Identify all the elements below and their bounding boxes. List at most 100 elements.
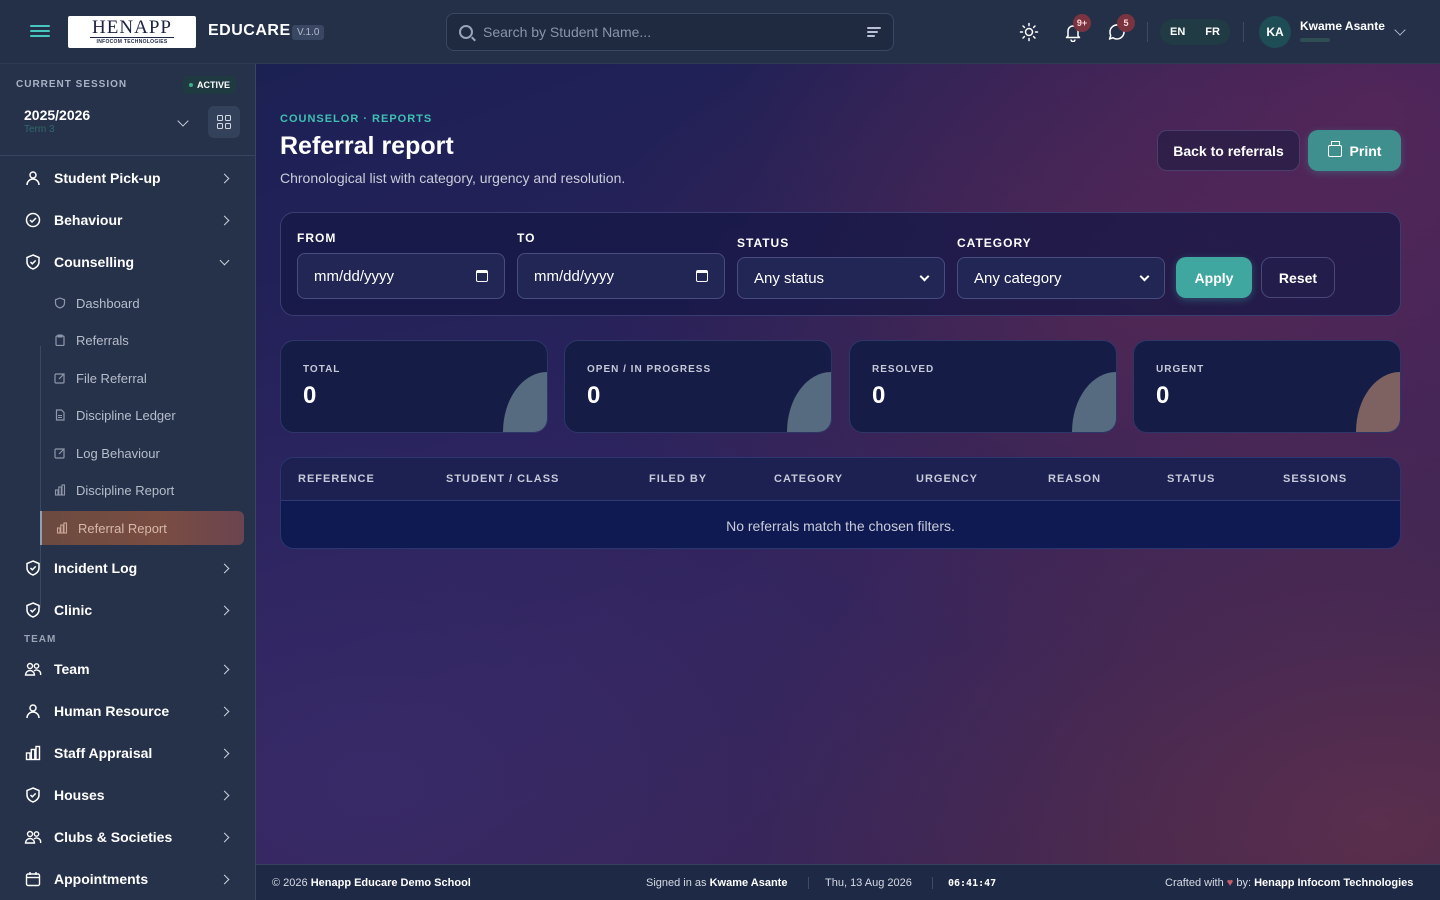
sidebar-item-label: Staff Appraisal bbox=[54, 745, 153, 761]
column-header-urgency[interactable]: URGENCY bbox=[916, 473, 978, 485]
sidebar-subitem-dashboard[interactable]: Dashboard bbox=[40, 286, 244, 320]
column-header-category[interactable]: CATEGORY bbox=[774, 473, 843, 485]
sidebar-subitem-label: Log Behaviour bbox=[76, 445, 160, 461]
sidebar-item-label: Incident Log bbox=[54, 560, 138, 576]
category-select-value: Any category bbox=[974, 269, 1062, 287]
sidebar-item-student-pickup[interactable]: Student Pick-up bbox=[16, 160, 244, 196]
sidebar-item-appointments[interactable]: Appointments bbox=[16, 861, 244, 897]
session-status-text: ACTIVE bbox=[197, 80, 231, 90]
sidebar-item-human-resource[interactable]: Human Resource bbox=[16, 693, 244, 729]
users-icon bbox=[24, 660, 42, 678]
bar-chart-icon bbox=[54, 484, 66, 496]
stat-label: RESOLVED bbox=[872, 364, 935, 375]
filter-panel: FROM mm/dd/yyyy TO mm/dd/yyyy STATUS Any… bbox=[280, 212, 1401, 316]
session-year[interactable]: 2025/2026 bbox=[24, 107, 90, 123]
calendar-icon[interactable] bbox=[476, 270, 488, 282]
sidebar-subitem-log-behaviour[interactable]: Log Behaviour bbox=[40, 436, 244, 470]
filter-icon[interactable] bbox=[867, 27, 881, 37]
footer-credits: Crafted with ♥ by: Henapp Infocom Techno… bbox=[1165, 877, 1413, 889]
page-title: Referral report bbox=[280, 132, 454, 160]
reset-button[interactable]: Reset bbox=[1261, 257, 1335, 298]
status-select[interactable]: Any status bbox=[737, 257, 945, 299]
user-role-placeholder bbox=[1300, 38, 1330, 42]
status-select-value: Any status bbox=[754, 269, 825, 287]
sidebar-subitem-referral-report[interactable]: Referral Report bbox=[40, 511, 244, 545]
lang-fr-option[interactable]: FR bbox=[1201, 26, 1224, 38]
sidebar-subitem-label: Discipline Ledger bbox=[76, 407, 176, 423]
sidebar-subitem-file-referral[interactable]: File Referral bbox=[40, 361, 244, 395]
messages-badge: 5 bbox=[1117, 14, 1135, 32]
sidebar-item-clinic[interactable]: Clinic bbox=[16, 592, 244, 628]
from-date-value: mm/dd/yyyy bbox=[314, 267, 395, 285]
divider bbox=[1147, 22, 1148, 42]
divider bbox=[1243, 22, 1244, 42]
column-header-student-class[interactable]: STUDENT / CLASS bbox=[446, 473, 559, 485]
messages-button[interactable]: 5 bbox=[1107, 14, 1135, 42]
back-to-referrals-button[interactable]: Back to referrals bbox=[1157, 130, 1300, 171]
column-header-status[interactable]: STATUS bbox=[1167, 473, 1215, 485]
apps-grid-button[interactable] bbox=[208, 106, 240, 138]
menu-icon[interactable] bbox=[30, 22, 50, 42]
column-header-sessions[interactable]: SESSIONS bbox=[1283, 473, 1347, 485]
logo[interactable]: HENAPP INFOCOM TECHNOLOGIES bbox=[68, 16, 196, 48]
sidebar-item-staff-appraisal[interactable]: Staff Appraisal bbox=[16, 735, 244, 771]
sidebar-item-team[interactable]: Team bbox=[16, 651, 244, 687]
sidebar-item-clubs-societies[interactable]: Clubs & Societies bbox=[16, 819, 244, 855]
chevron-down-icon[interactable] bbox=[1394, 24, 1406, 36]
notifications-badge: 9+ bbox=[1073, 14, 1091, 32]
crafted-prefix: Crafted with bbox=[1165, 877, 1224, 889]
to-date-input[interactable]: mm/dd/yyyy bbox=[517, 253, 725, 299]
version-badge: V.1.0 bbox=[292, 25, 325, 40]
edit-icon bbox=[54, 447, 66, 459]
logo-text: HENAPP bbox=[90, 17, 174, 38]
search-icon bbox=[459, 25, 473, 39]
divider bbox=[932, 877, 933, 889]
clipboard-icon bbox=[54, 334, 66, 346]
sidebar-item-counselling[interactable]: Counselling bbox=[16, 244, 244, 280]
footer-date: Thu, 13 Aug 2026 bbox=[825, 877, 912, 889]
column-header-reason[interactable]: REASON bbox=[1048, 473, 1101, 485]
sidebar-item-label: Houses bbox=[54, 787, 105, 803]
bar-chart-icon bbox=[56, 522, 68, 534]
from-date-input[interactable]: mm/dd/yyyy bbox=[297, 253, 505, 299]
sidebar-item-behaviour[interactable]: Behaviour bbox=[16, 202, 244, 238]
sidebar-subitem-referrals[interactable]: Referrals bbox=[40, 323, 244, 357]
search-bar bbox=[446, 13, 894, 51]
sidebar-item-label: Clinic bbox=[54, 602, 93, 618]
edit-icon bbox=[54, 372, 66, 384]
chevron-right-icon bbox=[219, 706, 230, 716]
sidebar-subitem-discipline-report[interactable]: Discipline Report bbox=[40, 473, 244, 507]
column-header-reference[interactable]: REFERENCE bbox=[298, 473, 375, 485]
apply-button[interactable]: Apply bbox=[1176, 257, 1252, 298]
chevron-down-icon[interactable] bbox=[177, 115, 189, 127]
print-button[interactable]: Print bbox=[1308, 130, 1401, 171]
footer-clock: 06:41:47 bbox=[948, 878, 997, 889]
theme-toggle-icon[interactable] bbox=[1019, 22, 1039, 42]
stat-card-total: TOTAL 0 bbox=[280, 340, 548, 433]
status-label: STATUS bbox=[737, 236, 790, 250]
chevron-right-icon bbox=[219, 605, 230, 615]
crafted-by: Henapp Infocom Technologies bbox=[1254, 877, 1414, 889]
avatar[interactable]: KA bbox=[1259, 16, 1291, 48]
search-input[interactable] bbox=[483, 24, 867, 40]
stat-card-resolved: RESOLVED 0 bbox=[849, 340, 1117, 433]
sidebar-item-houses[interactable]: Houses bbox=[16, 777, 244, 813]
stat-decoration bbox=[1072, 372, 1116, 432]
sidebar-item-label: Clubs & Societies bbox=[54, 829, 173, 845]
sidebar-item-incident-log[interactable]: Incident Log bbox=[16, 550, 244, 586]
calendar-icon[interactable] bbox=[696, 270, 708, 282]
column-header-filed-by[interactable]: FILED BY bbox=[649, 473, 707, 485]
chevron-down-icon bbox=[919, 271, 930, 281]
session-panel: CURRENT SESSION ACTIVE 2025/2026 Term 3 bbox=[0, 64, 255, 156]
notifications-button[interactable]: 9+ bbox=[1063, 14, 1091, 43]
sidebar-subitem-discipline-ledger[interactable]: Discipline Ledger bbox=[40, 398, 244, 432]
chevron-right-icon bbox=[219, 832, 230, 842]
sidebar-section-team: TEAM bbox=[24, 634, 57, 645]
referrals-table: REFERENCE STUDENT / CLASS FILED BY CATEG… bbox=[280, 457, 1401, 549]
session-term: Term 3 bbox=[24, 124, 55, 135]
sidebar-subitem-label: Referral Report bbox=[78, 520, 167, 536]
user-name[interactable]: Kwame Asante bbox=[1300, 19, 1385, 33]
lang-en-option[interactable]: EN bbox=[1166, 26, 1189, 38]
category-select[interactable]: Any category bbox=[957, 257, 1165, 299]
stat-card-urgent: URGENT 0 bbox=[1133, 340, 1401, 433]
